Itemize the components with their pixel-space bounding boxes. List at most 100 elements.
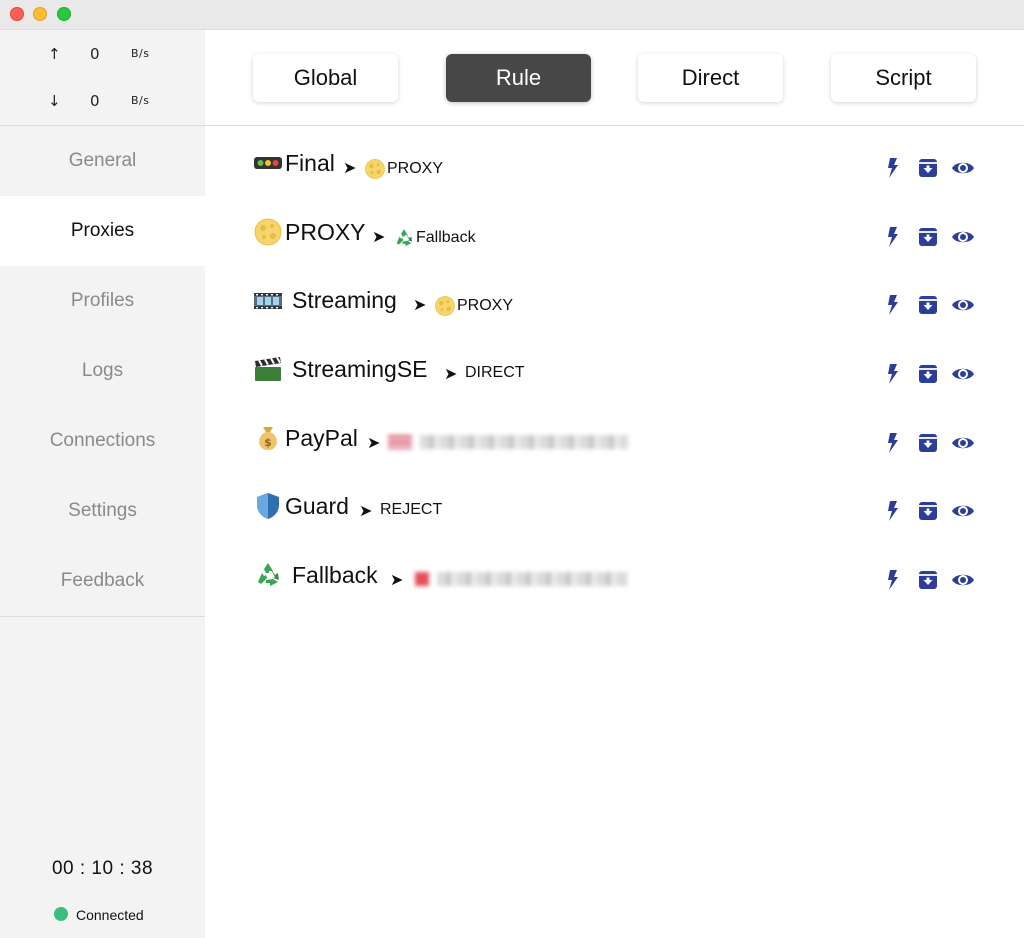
clapper-board-icon: [255, 357, 281, 382]
recycle-icon: [393, 227, 415, 249]
status-dot-icon: [54, 907, 68, 921]
proxy-group-row[interactable]: Fallback ➤: [205, 548, 1024, 617]
row-actions: [881, 431, 981, 455]
select-proxy-icon[interactable]: [916, 431, 940, 455]
sidebar-item-feedback[interactable]: Feedback: [0, 546, 205, 616]
speed-test-icon[interactable]: [881, 156, 905, 180]
proxy-group-selection: DIRECT: [465, 364, 525, 388]
speed-test-icon[interactable]: [881, 225, 905, 249]
speed-test-icon[interactable]: [881, 499, 905, 523]
arrow-icon: ➤: [359, 503, 373, 521]
view-eye-icon[interactable]: [951, 431, 975, 455]
proxy-group-row[interactable]: Guard ➤ REJECT: [205, 479, 1024, 548]
sidebar-item-general[interactable]: General: [0, 126, 205, 196]
selection-label: Fallback: [416, 228, 476, 246]
speed-test-icon[interactable]: [881, 293, 905, 317]
sidebar-item-settings[interactable]: Settings: [0, 476, 205, 546]
proxy-group-name: StreamingSE: [292, 356, 428, 383]
select-proxy-icon[interactable]: [916, 362, 940, 386]
arrow-icon: ➤: [372, 228, 386, 246]
mode-selector: Global Rule Direct Script: [205, 30, 1024, 126]
download-speed: ↓ 0 B/s: [0, 92, 205, 112]
proxy-group-row[interactable]: Streaming ➤ PROXY: [205, 273, 1024, 342]
speed-test-icon[interactable]: [881, 362, 905, 386]
selection-label: REJECT: [380, 501, 443, 519]
upload-arrow-icon: ↑: [48, 45, 61, 63]
speed-test-icon[interactable]: [881, 568, 905, 592]
view-eye-icon[interactable]: [951, 362, 975, 386]
proxy-group-selection: [388, 433, 628, 457]
mode-direct-button[interactable]: Direct: [638, 54, 783, 102]
title-bar: [0, 0, 1024, 30]
sidebar-divider: [0, 616, 205, 617]
proxy-group-name: Guard: [285, 493, 349, 520]
moon-icon: [364, 158, 386, 180]
upload-speed: ↑ 0 B/s: [0, 45, 205, 65]
proxy-group-selection: REJECT: [380, 501, 442, 525]
selection-label: PROXY: [457, 297, 514, 315]
proxy-group-name: Fallback: [292, 562, 378, 589]
view-eye-icon[interactable]: [951, 225, 975, 249]
proxy-group-row[interactable]: StreamingSE ➤ DIRECT: [205, 342, 1024, 411]
arrow-icon: ➤: [343, 160, 357, 177]
view-eye-icon[interactable]: [951, 568, 975, 592]
download-arrow-icon: ↓: [48, 92, 61, 110]
select-proxy-icon[interactable]: [916, 225, 940, 249]
moon-icon: [253, 217, 283, 247]
proxy-group-row[interactable]: PROXY ➤ Fallback: [205, 205, 1024, 274]
proxy-group-list: Final ➤ PROXY PROXY ➤ Fallback Streaming…: [205, 136, 1024, 617]
row-actions: [881, 225, 981, 249]
select-proxy-icon[interactable]: [916, 293, 940, 317]
proxy-group-row[interactable]: $ PayPal ➤: [205, 411, 1024, 480]
status-label: Connected: [76, 907, 144, 923]
svg-text:$: $: [264, 436, 272, 449]
minimize-window-button[interactable]: [33, 7, 47, 21]
proxy-group-selection: PROXY: [434, 295, 513, 319]
recycle-icon: [253, 560, 283, 590]
proxy-group-selection: [415, 570, 627, 594]
proxy-group-selection: PROXY: [364, 158, 443, 182]
proxy-group-name: Final: [285, 150, 335, 176]
main-panel: Global Rule Direct Script Final ➤ PROXY: [205, 30, 1024, 938]
film-strip-icon: [254, 293, 282, 310]
select-proxy-icon[interactable]: [916, 499, 940, 523]
close-window-button[interactable]: [10, 7, 24, 21]
mode-script-button[interactable]: Script: [831, 54, 976, 102]
us-flag-icon: [388, 434, 412, 449]
redacted-node-name: [420, 434, 628, 449]
download-unit: B/s: [131, 94, 150, 107]
red-flag-icon: [415, 571, 429, 586]
select-proxy-icon[interactable]: [916, 568, 940, 592]
row-actions: [881, 568, 981, 592]
redacted-node-name: [437, 571, 627, 586]
sidebar-item-connections[interactable]: Connections: [0, 406, 205, 476]
app-window: ↑ 0 B/s ↓ 0 B/s General Proxies Profiles…: [0, 0, 1024, 938]
sidebar-item-profiles[interactable]: Profiles: [0, 266, 205, 336]
upload-unit: B/s: [131, 47, 150, 60]
traffic-stats: ↑ 0 B/s ↓ 0 B/s: [0, 30, 205, 126]
proxy-group-row[interactable]: Final ➤ PROXY: [205, 136, 1024, 205]
traffic-light-icon: [254, 157, 282, 169]
connection-timer: 00 : 10 : 38: [51, 858, 154, 879]
arrow-icon: ➤: [367, 434, 381, 452]
sidebar-item-proxies[interactable]: Proxies: [0, 196, 205, 266]
speed-test-icon[interactable]: [881, 431, 905, 455]
zoom-window-button[interactable]: [57, 7, 71, 21]
arrow-icon: ➤: [444, 366, 458, 384]
view-eye-icon[interactable]: [951, 156, 975, 180]
proxy-group-selection: Fallback: [393, 227, 476, 251]
select-proxy-icon[interactable]: [916, 156, 940, 180]
money-bag-icon: $: [259, 426, 277, 450]
arrow-icon: ➤: [390, 572, 404, 590]
row-actions: [881, 156, 981, 180]
view-eye-icon[interactable]: [951, 499, 975, 523]
row-actions: [881, 362, 981, 386]
mode-rule-button[interactable]: Rule: [446, 54, 591, 102]
sidebar-item-logs[interactable]: Logs: [0, 336, 205, 406]
proxy-group-name: PROXY: [285, 218, 366, 245]
view-eye-icon[interactable]: [951, 293, 975, 317]
sidebar-nav: General Proxies Profiles Logs Connection…: [0, 126, 205, 616]
shield-icon: [257, 493, 279, 520]
selection-label: PROXY: [387, 160, 444, 177]
mode-global-button[interactable]: Global: [253, 54, 398, 102]
